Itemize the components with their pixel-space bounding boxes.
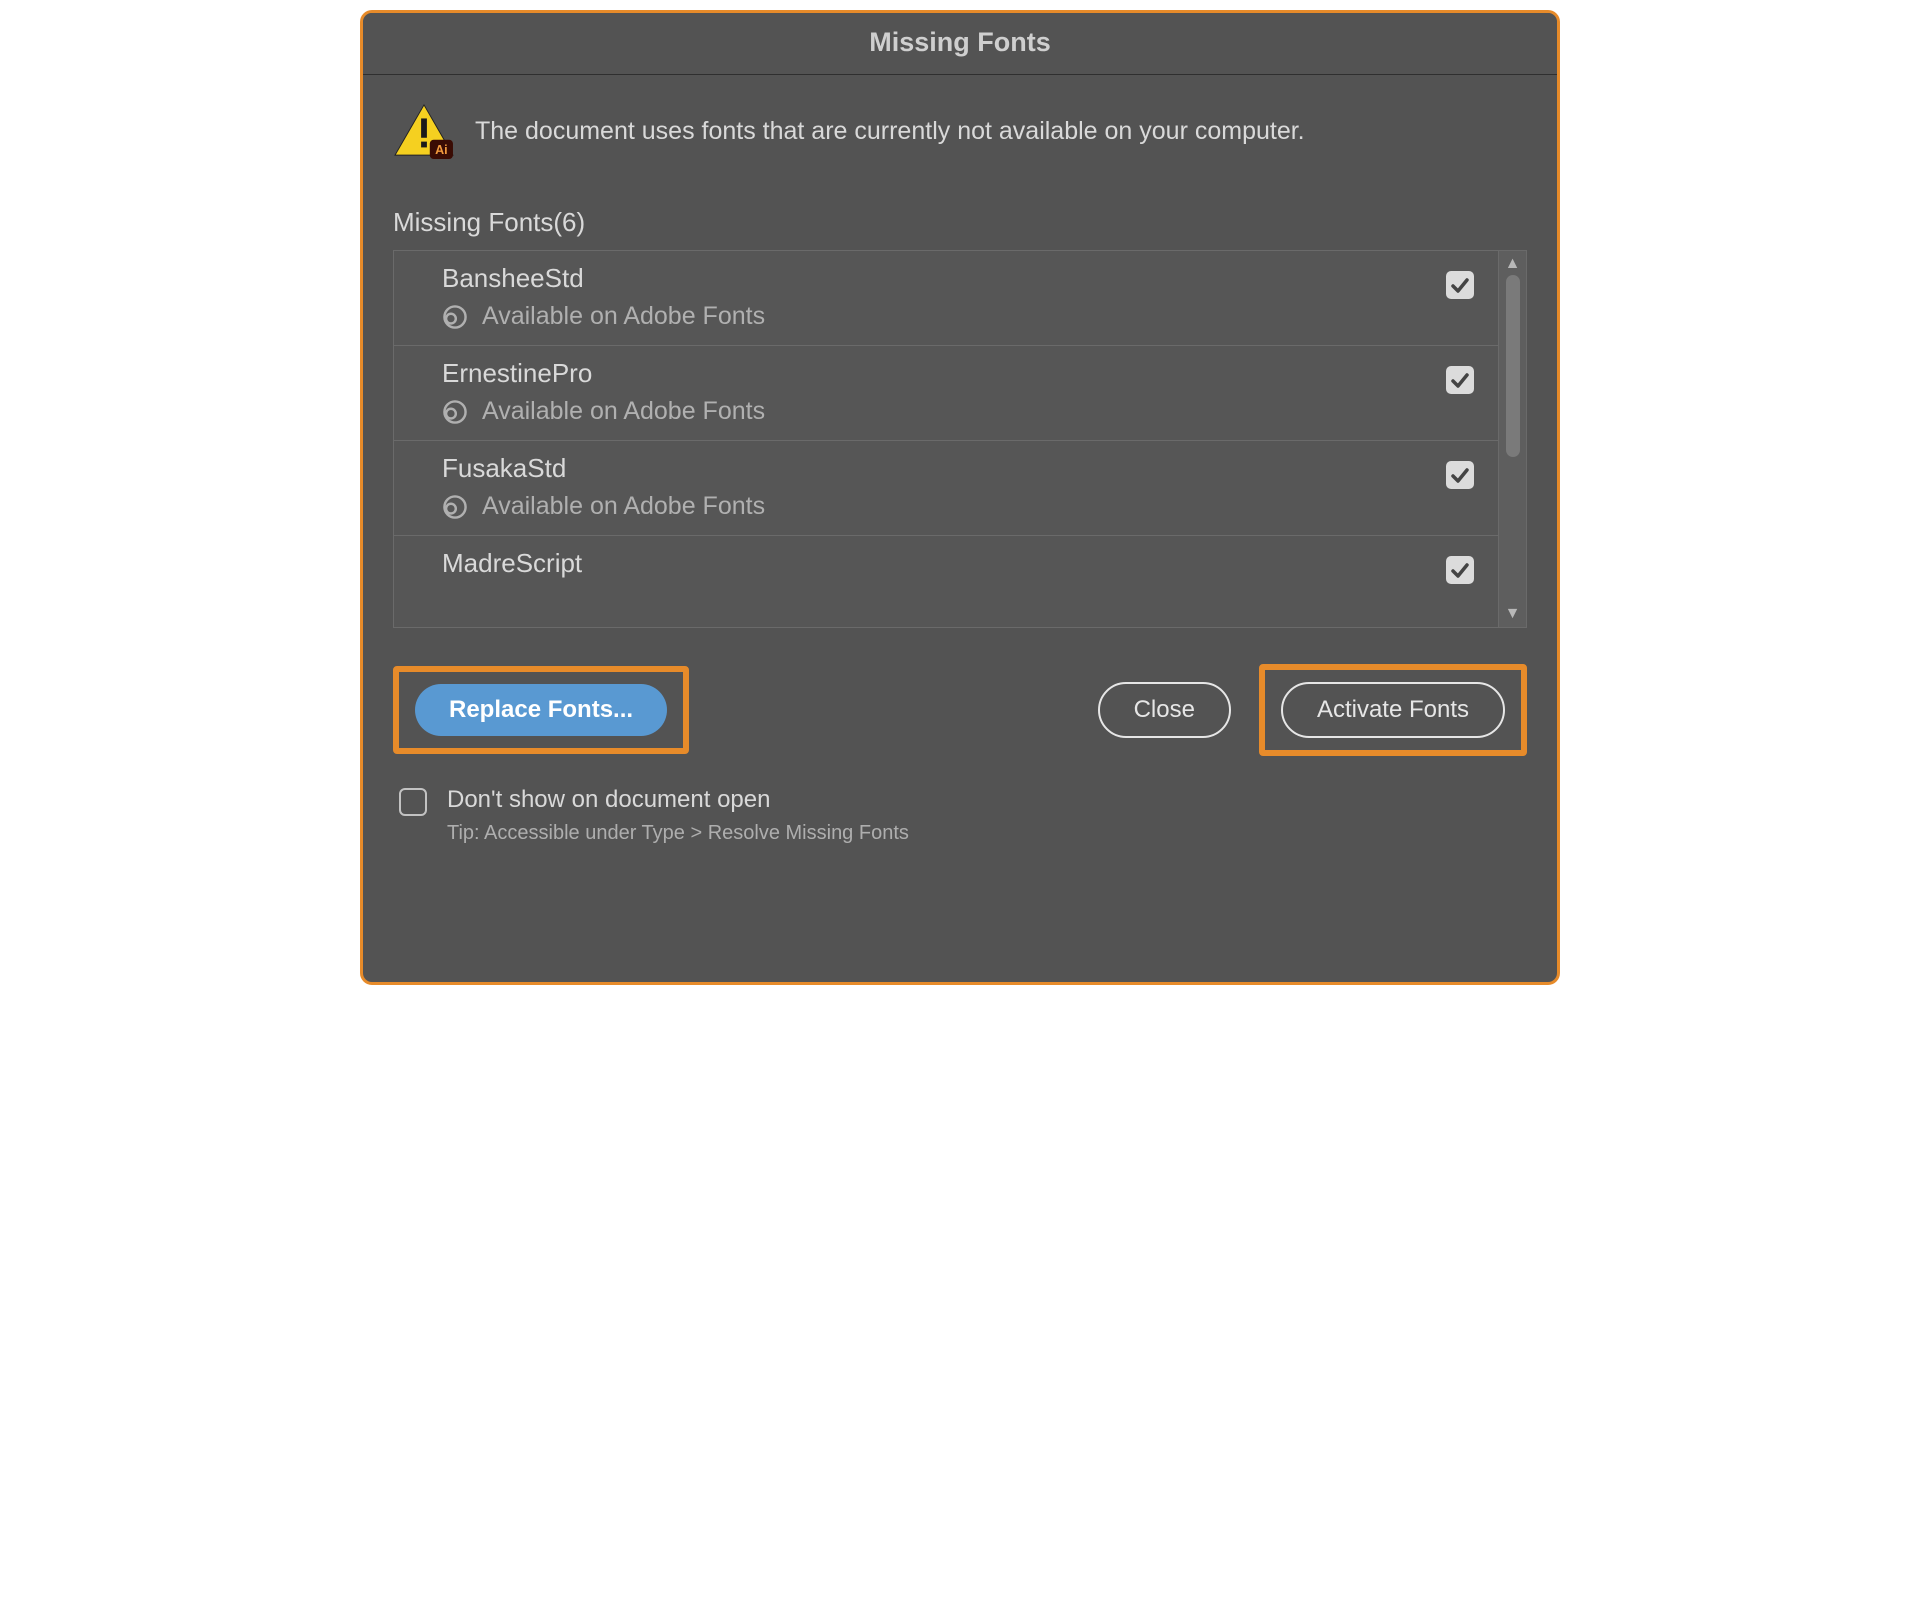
checkmark-icon — [1450, 275, 1470, 295]
checkmark-icon — [1450, 560, 1470, 580]
font-row[interactable]: MadreScript — [394, 535, 1498, 598]
font-list-inner: BansheeStd Available on Adobe Fonts — [394, 251, 1498, 627]
creative-cloud-icon — [442, 399, 468, 425]
font-checkbox[interactable] — [1446, 271, 1474, 299]
checkmark-icon — [1450, 465, 1470, 485]
svg-text:Ai: Ai — [435, 143, 448, 157]
dont-show-checkbox[interactable] — [399, 788, 427, 816]
font-list: BansheeStd Available on Adobe Fonts — [393, 250, 1527, 628]
creative-cloud-icon — [442, 494, 468, 520]
dialog-body: Ai The document uses fonts that are curr… — [363, 75, 1557, 982]
close-button[interactable]: Close — [1098, 682, 1231, 738]
font-availability: Available on Adobe Fonts — [482, 302, 765, 331]
font-list-label: Missing Fonts(6) — [393, 207, 1527, 238]
replace-fonts-button[interactable]: Replace Fonts... — [415, 684, 667, 736]
button-row: Replace Fonts... Close Activate Fonts — [393, 664, 1527, 756]
font-name: BansheeStd — [442, 263, 765, 294]
creative-cloud-icon — [442, 304, 468, 330]
missing-fonts-dialog: Missing Fonts Ai The document uses fonts… — [360, 10, 1560, 985]
dialog-title: Missing Fonts — [363, 13, 1557, 75]
dont-show-label: Don't show on document open — [447, 786, 909, 814]
font-checkbox[interactable] — [1446, 366, 1474, 394]
font-checkbox[interactable] — [1446, 461, 1474, 489]
highlight-activate: Activate Fonts — [1259, 664, 1527, 756]
chevron-down-icon[interactable]: ▼ — [1505, 605, 1521, 623]
chevron-up-icon[interactable]: ▲ — [1505, 255, 1521, 273]
activate-fonts-button[interactable]: Activate Fonts — [1281, 682, 1505, 738]
font-name: MadreScript — [442, 548, 582, 579]
dialog-message: The document uses fonts that are current… — [475, 117, 1305, 146]
font-row[interactable]: ErnestinePro Available on Adobe Fonts — [394, 345, 1498, 440]
scroll-thumb[interactable] — [1506, 275, 1520, 457]
warning-icon: Ai — [393, 103, 455, 159]
font-row[interactable]: FusakaStd Available on Adobe Fonts — [394, 440, 1498, 535]
font-row[interactable]: BansheeStd Available on Adobe Fonts — [394, 251, 1498, 345]
font-availability: Available on Adobe Fonts — [482, 397, 765, 426]
scrollbar[interactable]: ▲ ▼ — [1498, 251, 1526, 627]
footer-tip: Tip: Accessible under Type > Resolve Mis… — [447, 822, 909, 845]
checkmark-icon — [1450, 370, 1470, 390]
footer-row: Don't show on document open Tip: Accessi… — [393, 786, 1527, 845]
message-row: Ai The document uses fonts that are curr… — [393, 103, 1527, 159]
font-availability: Available on Adobe Fonts — [482, 492, 765, 521]
font-checkbox[interactable] — [1446, 556, 1474, 584]
font-name: ErnestinePro — [442, 358, 765, 389]
highlight-replace: Replace Fonts... — [393, 666, 689, 754]
font-name: FusakaStd — [442, 453, 765, 484]
